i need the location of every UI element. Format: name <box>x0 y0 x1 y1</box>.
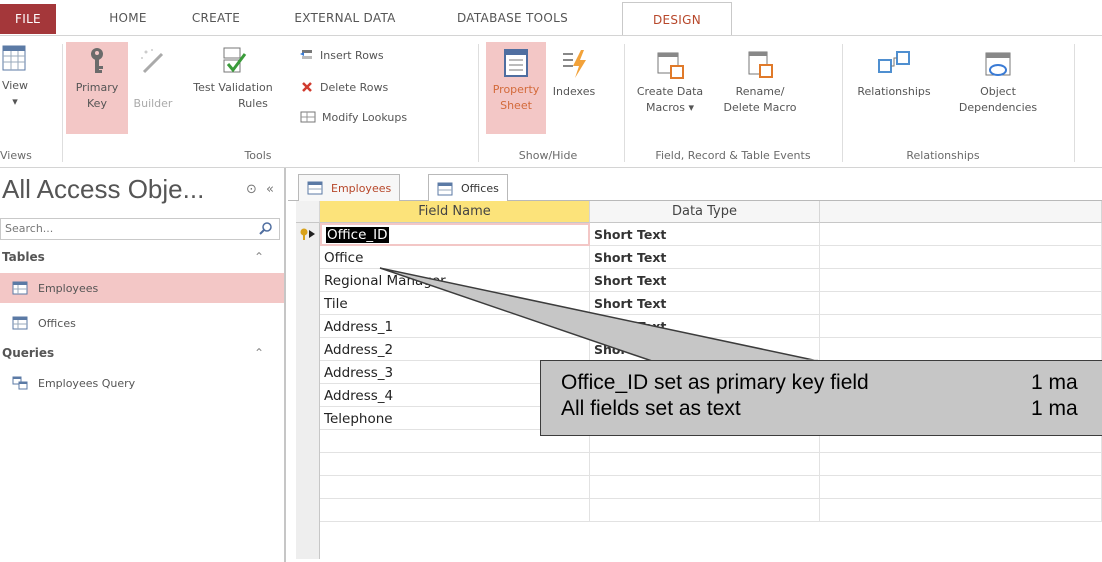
callout-marks: 1 ma <box>1031 397 1078 420</box>
callout-pointer <box>379 267 819 363</box>
annotation-callout: Office_ID set as primary key field 1 ma … <box>540 360 1102 436</box>
callout-marks: 1 ma <box>1031 371 1078 394</box>
callout-text: All fields set as text <box>561 397 741 420</box>
callout-text: Office_ID set as primary key field <box>561 371 869 394</box>
callout-line: Office_ID set as primary key field 1 ma <box>561 371 1102 397</box>
callout-line: All fields set as text 1 ma <box>561 397 1102 423</box>
